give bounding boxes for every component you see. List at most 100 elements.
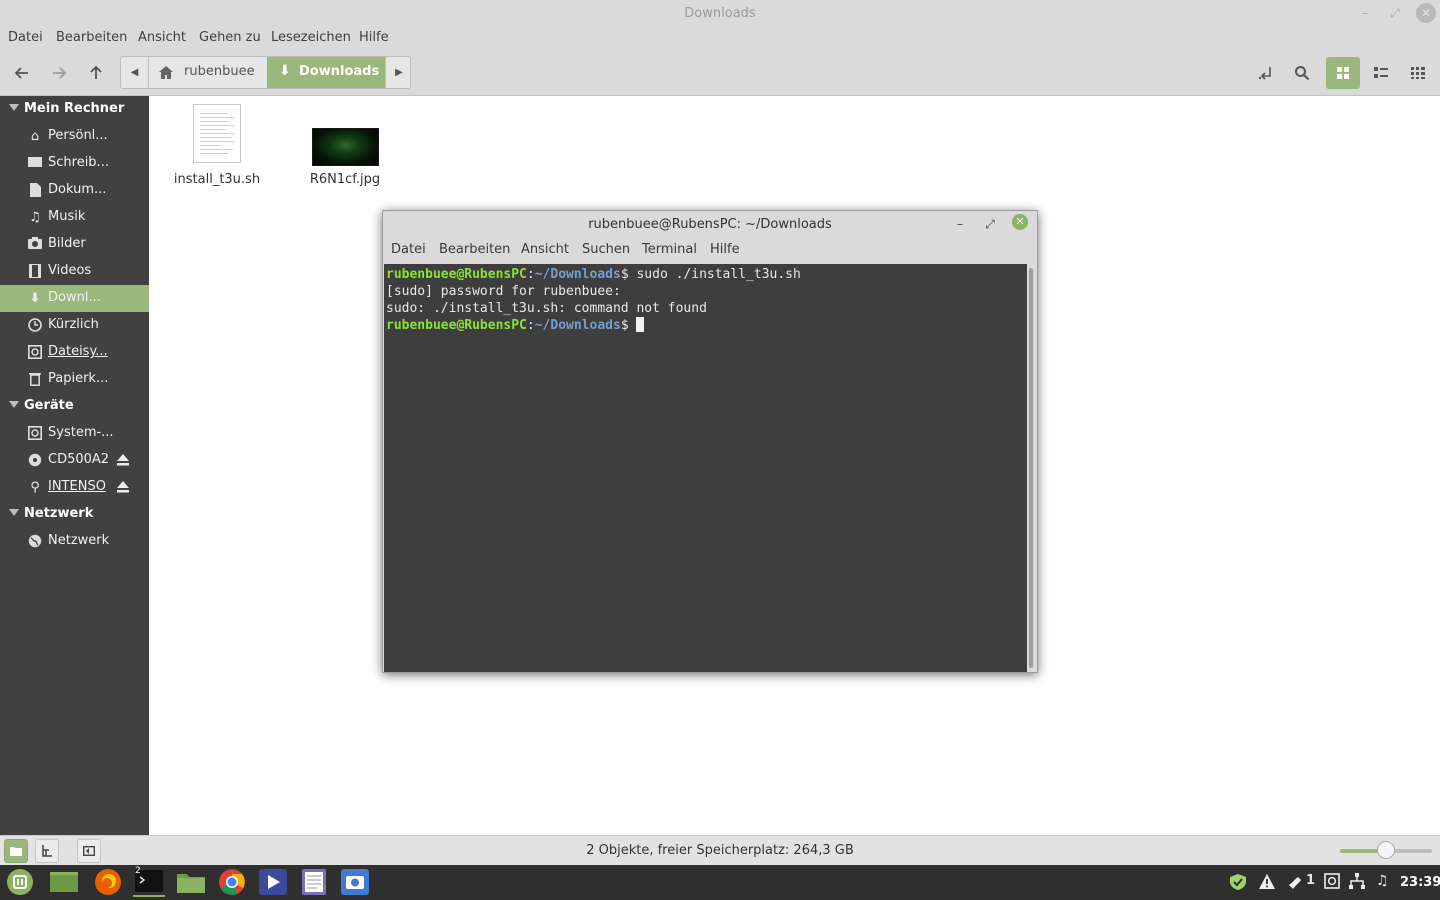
menubar: Datei Bearbeiten Ansicht Gehen zu Leseze… (0, 26, 1440, 50)
sidebar-item-videos[interactable]: Videos (0, 258, 149, 285)
shield-icon[interactable] (1228, 873, 1248, 895)
drive-icon[interactable] (1324, 873, 1340, 893)
zoom-slider-handle[interactable] (1377, 841, 1395, 859)
terminal-menu-ansicht[interactable]: Ansicht (521, 242, 569, 257)
home-icon: ⌂ (30, 129, 40, 144)
files-icon[interactable] (175, 867, 207, 897)
menu-lesezeichen[interactable]: Lesezeichen (271, 30, 351, 45)
maximize-icon[interactable]: ⤢ (1386, 4, 1404, 22)
mint-menu-icon[interactable] (4, 867, 36, 897)
download-icon: ⬇ (279, 63, 291, 79)
collapse-triangle-icon (9, 401, 19, 408)
eject-icon[interactable] (116, 453, 130, 467)
sidebar-item-papierkorb[interactable]: Papierk... (0, 366, 149, 393)
breadcrumb-right-icon[interactable]: ▶ (385, 57, 412, 88)
screenshot-icon[interactable] (339, 867, 371, 897)
terminal-menu-hilfe[interactable]: Hilfe (710, 242, 740, 257)
show-desktop-icon[interactable] (48, 867, 80, 897)
sidebar-item-bilder[interactable]: Bilder (0, 231, 149, 258)
sidebar-item-label: Schreib... (48, 155, 109, 170)
terminal-output[interactable]: rubenbuee@RubensPC:~/Downloads$ sudo ./i… (384, 264, 1027, 672)
notifications-icon[interactable] (1287, 873, 1303, 893)
globe-icon (27, 534, 43, 550)
sidebar-item-kuerzlich[interactable]: Kürzlich (0, 312, 149, 339)
window-titlebar[interactable]: Downloads – ⤢ ✕ (0, 0, 1440, 26)
sidebar-item-schreibtisch[interactable]: Schreib... (0, 150, 149, 177)
back-arrow-icon[interactable] (7, 58, 37, 88)
sound-icon[interactable]: ♫ (1376, 873, 1389, 889)
terminal-line: sudo: ./install_t3u.sh: command not foun… (386, 301, 707, 316)
media-player-icon[interactable] (257, 867, 289, 897)
close-icon[interactable]: ✕ (1012, 214, 1028, 230)
prompt-user: rubenbuee@RubensPC (386, 267, 527, 282)
terminal-scrollbar[interactable] (1028, 268, 1034, 669)
music-note-icon: ♫ (29, 210, 41, 225)
up-arrow-icon[interactable] (81, 58, 111, 88)
sidebar-section-mein-rechner[interactable]: Mein Rechner (0, 96, 149, 123)
sidebar-item-downloads[interactable]: ⬇ Downl... (0, 285, 149, 312)
scrollbar-thumb[interactable] (1029, 268, 1033, 668)
sidebar-item-label: System-... (48, 425, 114, 440)
terminal-menu-terminal[interactable]: Terminal (642, 242, 697, 257)
text-document-icon[interactable] (193, 104, 241, 163)
sidebar-item-dokumente[interactable]: Dokum... (0, 177, 149, 204)
sidebar-item-label: Kürzlich (48, 317, 99, 332)
file-name-label[interactable]: install_t3u.sh (166, 172, 268, 187)
sidebar-item-persoenlich[interactable]: ⌂ Persönl... (0, 123, 149, 150)
breadcrumb-left-icon[interactable]: ◀ (121, 57, 148, 88)
eject-icon[interactable] (116, 480, 130, 494)
window-title: Downloads (684, 6, 756, 21)
clock[interactable]: 23:39 (1400, 875, 1440, 890)
file-name-label[interactable]: R6N1cf.jpg (295, 172, 395, 187)
prompt-user: rubenbuee@RubensPC (386, 318, 527, 333)
sidebar-section-netzwerk[interactable]: Netzwerk (0, 501, 149, 528)
sidebar-item-dateisystem[interactable]: Dateisy... (0, 339, 149, 366)
toolbar: ◀ rubenbuee ⬇ Downloads ▶ (0, 50, 1440, 96)
prompt-separator: : (526, 318, 535, 333)
forward-arrow-icon[interactable] (44, 58, 74, 88)
icon-view-button[interactable] (1326, 57, 1360, 89)
text-editor-icon[interactable] (298, 867, 330, 897)
sidebar-section-geraete[interactable]: Geräte (0, 393, 149, 420)
sidebar-item-cd500a2[interactable]: CD500A2 (0, 447, 149, 474)
minimize-icon[interactable]: – (1356, 4, 1374, 22)
camera-icon (27, 237, 43, 253)
menu-ansicht[interactable]: Ansicht (138, 30, 186, 45)
close-icon[interactable]: ✕ (1416, 3, 1436, 23)
terminal-menu-bearbeiten[interactable]: Bearbeiten (439, 242, 510, 257)
terminal-icon[interactable]: 2 (133, 866, 165, 897)
menu-bearbeiten[interactable]: Bearbeiten (56, 30, 127, 45)
menu-hilfe[interactable]: Hilfe (359, 30, 389, 45)
sidebar-item-label: CD500A2 (48, 452, 110, 467)
search-icon[interactable] (1287, 58, 1317, 88)
warning-icon[interactable] (1258, 873, 1276, 894)
breadcrumb-current[interactable]: ⬇ Downloads (267, 57, 385, 88)
menu-gehen-zu[interactable]: Gehen zu (199, 30, 261, 45)
terminal-menu-datei[interactable]: Datei (391, 242, 426, 257)
toggle-location-icon[interactable] (1251, 58, 1281, 88)
list-view-button[interactable] (1364, 57, 1398, 89)
compact-view-button[interactable] (1401, 57, 1435, 89)
image-thumbnail[interactable] (312, 128, 379, 166)
sidebar-section-title: Netzwerk (24, 506, 94, 521)
chrome-icon[interactable] (216, 867, 248, 897)
terminal-menu-suchen[interactable]: Suchen (582, 242, 630, 257)
home-icon (159, 66, 173, 79)
sidebar-item-system[interactable]: System-... (0, 420, 149, 447)
breadcrumb-home[interactable]: rubenbuee (148, 57, 267, 88)
minimize-icon[interactable]: – (951, 215, 969, 233)
sidebar-item-musik[interactable]: ♫ Musik (0, 204, 149, 231)
sidebar-item-netzwerk[interactable]: Netzwerk (0, 528, 149, 555)
maximize-icon[interactable]: ⤢ (981, 215, 999, 233)
terminal-window[interactable]: rubenbuee@RubensPC: ~/Downloads – ⤢ ✕ Da… (382, 210, 1038, 673)
taskbar: 2 1 ♫ 23:39 (0, 865, 1440, 900)
notification-count: 1 (1306, 873, 1316, 888)
sidebar-item-label: Downl... (48, 290, 101, 305)
sidebar-item-label: INTENSO (48, 479, 106, 494)
menu-datei[interactable]: Datei (8, 30, 43, 45)
sidebar-item-intenso[interactable]: ⚲ INTENSO (0, 474, 149, 501)
prompt-path: ~/Downloads (534, 318, 621, 333)
document-icon (27, 183, 43, 199)
network-icon[interactable] (1349, 873, 1365, 893)
firefox-icon[interactable] (92, 867, 124, 897)
